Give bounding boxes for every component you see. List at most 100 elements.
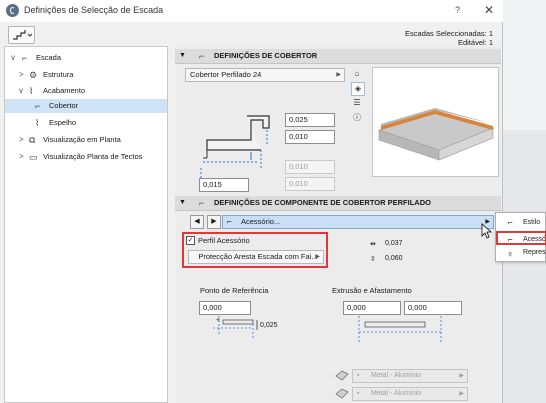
close-button[interactable]: ✕ <box>484 3 494 17</box>
dropdown-arrow-icon: ▶ <box>315 254 320 260</box>
nosing-field[interactable]: 0,015 <box>199 178 249 192</box>
settings-dialog: Definições de Selecção de Escada ? ✕ Esc… <box>0 0 503 403</box>
offset-field-disabled: 0,010 <box>285 177 335 191</box>
dropdown-value: Metal - Alumínio <box>371 372 422 379</box>
tree-item-label: Visualização em Planta <box>43 135 121 144</box>
tread-3d-model <box>378 108 494 161</box>
section-title: DEFINIÇÕES DE COBERTOR <box>214 51 318 60</box>
representation-icon: ⍚ <box>508 248 513 257</box>
material-dropdown-1[interactable]: ▪ Metal - Alumínio ▶ <box>352 369 468 383</box>
offset-field-disabled: 0,010 <box>285 160 335 174</box>
thickness-front-field[interactable]: 0,010 <box>285 130 335 144</box>
dropdown-arrow-icon: ▶ <box>336 72 341 78</box>
chevron-down-icon[interactable]: v <box>11 51 20 65</box>
tree-item-label: Acabamento <box>43 86 86 95</box>
lamp-icon[interactable]: ⌂ <box>351 68 363 80</box>
dropdown-arrow-icon: ▶ <box>459 391 464 397</box>
tree-item-cobertor[interactable]: ⌐ Cobertor <box>5 99 167 113</box>
extrusion-label: Extrusão e Afastamento <box>332 286 412 295</box>
structure-icon: ⚙ <box>29 70 38 80</box>
favorites-button[interactable] <box>8 26 35 44</box>
submenu-item-style[interactable]: ⌐ Estilo <box>496 216 546 230</box>
tree-item-visualizacao-planta[interactable]: > ⧉ Visualização em Planta <box>5 133 167 147</box>
tread-icon: ⌐ <box>199 51 205 61</box>
favorites-stair-icon <box>13 30 33 40</box>
material-icon <box>335 388 349 400</box>
previous-button[interactable]: ◀ <box>190 215 204 229</box>
3d-preview <box>372 67 499 177</box>
dropdown-value: Metal - Alumínio <box>371 390 422 397</box>
reference-point-field[interactable]: 0,000 <box>199 301 251 315</box>
settings-tree: v ⌐ Escada > ⚙ Estrutura v ⌇ Acabamento … <box>4 46 168 403</box>
width-dimension-icon: ⇹ <box>370 241 376 248</box>
submenu-item-accessory[interactable]: ⌐ Acessório <box>496 231 546 245</box>
title-bar: Definições de Selecção de Escada ? ✕ <box>0 0 503 22</box>
ceiling-plan-icon: ▭ <box>29 152 38 162</box>
material-swatch-icon: ▪ <box>357 372 360 379</box>
tree-item-espelho[interactable]: ⌇ Espelho <box>5 116 167 130</box>
tree-item-planta-tectos[interactable]: > ▭ Visualização Planta de Tectos <box>5 150 167 164</box>
style-icon: ⌐ <box>508 218 513 227</box>
material-icon <box>335 370 349 382</box>
accessory-width: 0,037 <box>385 240 403 247</box>
reference-point-diagram: + <box>213 316 258 340</box>
floorplan-icon: ⧉ <box>29 135 36 145</box>
material-dropdown-2[interactable]: ▪ Metal - Alumínio ▶ <box>352 387 468 401</box>
tree-item-label: Estrutura <box>43 70 74 79</box>
tree-item-acabamento[interactable]: v ⌇ Acabamento <box>5 84 167 98</box>
accessory-profile-checkbox[interactable]: ✓ <box>186 236 195 245</box>
selected-count: Escadas Seleccionadas: 1 <box>405 29 493 38</box>
submenu-item-label: Representação <box>523 249 546 256</box>
tree-item-estrutura[interactable]: > ⚙ Estrutura <box>5 68 167 82</box>
extrusion-field-a[interactable]: 0,000 <box>343 301 401 315</box>
dropdown-arrow-icon: ▶ <box>459 373 464 379</box>
extrusion-diagram <box>358 316 442 342</box>
reference-offset: 0,025 <box>260 322 278 329</box>
collapse-triangle-icon[interactable]: ▼ <box>179 196 186 210</box>
accessory-icon: ⌐ <box>508 235 513 244</box>
selection-info: Escadas Seleccionadas: 1 Editável: 1 <box>380 29 493 47</box>
chevron-right-icon[interactable]: > <box>19 133 28 147</box>
chevron-down-icon[interactable]: v <box>19 84 28 98</box>
3d-view-icon[interactable]: ◈ <box>351 82 365 96</box>
tree-item-label: Espelho <box>49 118 77 127</box>
section-view-icon[interactable]: ☰ <box>351 97 363 109</box>
accessory-profile-dropdown[interactable]: Protecção Aresta Escada com Fai... ▶ <box>188 250 324 264</box>
tread-settings-header[interactable]: ▼ ⌐ DEFINIÇÕES DE COBERTOR <box>175 49 501 64</box>
material-swatch-icon: ▪ <box>357 390 360 397</box>
component-settings-header[interactable]: ▼ ⌐ DEFINIÇÕES DE COMPONENTE DE COBERTOR… <box>175 196 501 211</box>
help-button[interactable]: ? <box>455 5 460 15</box>
finish-icon: ⌇ <box>29 86 34 96</box>
info-icon[interactable]: ⓘ <box>351 112 363 124</box>
riser-icon: ⌇ <box>35 118 40 128</box>
accessory-height: 0,060 <box>385 255 403 262</box>
dropdown-value: Cobertor Perfilado 24 <box>190 70 262 79</box>
tree-item-label: Escada <box>36 53 62 62</box>
tree-item-escada[interactable]: v ⌐ Escada <box>5 51 167 65</box>
accessory-icon: ⌐ <box>227 217 232 226</box>
tread-profile-dropdown[interactable]: Cobertor Perfilado 24 ▶ <box>185 68 345 82</box>
thickness-top-field[interactable]: 0,025 <box>285 113 335 127</box>
background-window <box>503 0 546 403</box>
mouse-cursor-icon <box>481 223 493 239</box>
component-submenu: ⌐ Estilo ⌐ Acessório ⍚ Representação <box>495 212 546 262</box>
dropdown-value: Protecção Aresta Escada com Fai... <box>198 252 318 261</box>
tree-item-label: Cobertor <box>49 101 79 110</box>
extrusion-field-b[interactable]: 0,000 <box>404 301 462 315</box>
collapse-triangle-icon[interactable]: ▼ <box>179 49 186 63</box>
submenu-item-label: Acessório <box>523 236 546 243</box>
accessory-profile-label: Perfil Acessório <box>198 236 250 245</box>
tread-icon: ⌐ <box>35 101 41 111</box>
svg-text:+: + <box>216 317 220 324</box>
stair-icon: ⌐ <box>22 53 28 63</box>
next-button[interactable]: ▶ <box>207 215 221 229</box>
component-selector[interactable]: ⌐ Acessório... ▶ <box>222 215 494 229</box>
chevron-right-icon[interactable]: > <box>19 68 28 82</box>
submenu-item-representation[interactable]: ⍚ Representação <box>496 246 546 260</box>
section-title: DEFINIÇÕES DE COMPONENTE DE COBERTOR PER… <box>214 198 431 207</box>
reference-point-label: Ponto de Referência <box>200 286 269 295</box>
app-icon <box>6 4 19 17</box>
tread-section-diagram <box>200 115 270 182</box>
component-selector-label: Acessório... <box>241 217 281 226</box>
chevron-right-icon[interactable]: > <box>19 150 28 164</box>
